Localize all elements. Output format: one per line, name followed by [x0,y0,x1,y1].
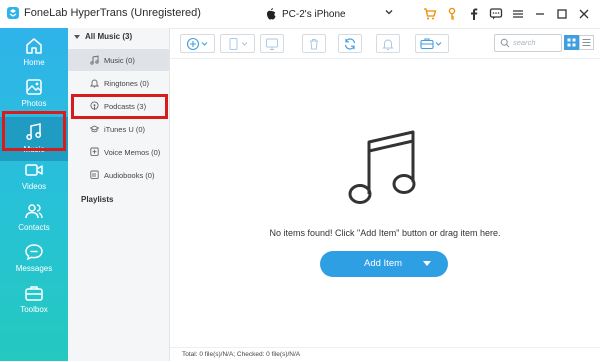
category-item-itunes-u[interactable]: iTunes U (0) [68,118,169,140]
category-label: Audiobooks (0) [104,170,155,180]
facebook-icon[interactable] [464,4,484,24]
sidebar-item-label: Contacts [18,223,50,232]
maximize-icon[interactable] [552,4,572,24]
export-to-device-icon [229,37,247,50]
search-placeholder: search [513,38,536,47]
category-item-ringtones[interactable]: Ringtones (0) [68,72,169,94]
music-note-icon [90,55,99,65]
chat-icon[interactable] [486,4,506,24]
ringtone-button[interactable] [376,34,400,53]
search-icon [500,38,510,48]
all-music-label: All Music (3) [85,32,133,41]
title-bar-icons [420,0,600,28]
grid-view-button[interactable] [564,35,579,50]
cart-icon[interactable] [420,4,440,24]
delete-button[interactable] [302,34,326,53]
ringtone-icon [382,39,394,50]
list-view-icon [582,39,591,46]
export-to-pc-button[interactable] [260,34,284,53]
collapse-triangle-icon [74,34,80,39]
add-item-label: Add Item [364,258,403,269]
refresh-button[interactable] [338,34,362,53]
sidebar-item-toolbox[interactable]: Toolbox [0,282,68,322]
category-item-voice-memos[interactable]: Voice Memos (0) [68,141,169,163]
add-button[interactable] [180,34,215,53]
device-name: PC-2's iPhone [282,8,346,20]
category-panel: All Music (3) Music (0) Ringtones (0) Po… [68,28,170,361]
title-bar: FoneLab HyperTrans (Unregistered) PC-2's… [0,0,600,29]
toolbox-button[interactable] [415,34,449,53]
sidebar-item-label: Home [23,58,45,67]
toolbox-icon [25,286,43,301]
sidebar-item-photos[interactable]: Photos [0,76,68,116]
voice-memo-icon [90,147,99,156]
sidebar-item-home[interactable]: Home [0,35,68,75]
category-label: Ringtones (0) [104,78,150,88]
status-bar: Total: 0 file(s)/N/A; Checked: 0 file(s)… [170,347,600,362]
delete-icon [310,38,318,49]
category-label: Music (0) [104,55,135,65]
device-selector[interactable]: PC-2's iPhone [266,6,394,22]
category-item-music[interactable]: Music (0) [68,49,169,71]
search-field[interactable]: search [494,34,562,52]
all-music-header[interactable]: All Music (3) [74,32,132,41]
sidebar: Home Photos Music Videos Contacts Messag… [0,28,68,361]
add-item-button[interactable]: Add Item [320,251,448,277]
minimize-icon[interactable] [530,4,550,24]
status-text: Total: 0 file(s)/N/A; Checked: 0 file(s)… [182,351,301,358]
sidebar-item-label: Photos [21,99,47,108]
videos-icon [25,164,43,176]
main-content: search No items found! Click "Add Item" … [170,28,600,361]
music-highlight-box [2,111,66,151]
contacts-icon [25,204,43,219]
sidebar-item-messages[interactable]: Messages [0,241,68,281]
empty-state-message: No items found! Click "Add Item" button … [269,228,501,238]
refresh-icon [344,37,356,50]
key-icon[interactable] [442,4,462,24]
sidebar-item-videos[interactable]: Videos [0,159,68,199]
messages-icon [25,244,43,261]
menu-icon[interactable] [508,4,528,24]
add-icon [186,37,207,50]
app-title: FoneLab HyperTrans (Unregistered) [24,7,201,19]
app-logo-icon [7,7,19,19]
audiobook-icon [90,170,99,179]
list-view-button[interactable] [579,35,594,50]
category-item-audiobooks[interactable]: Audiobooks (0) [68,164,169,186]
graduation-cap-icon [90,125,99,133]
photos-icon [26,79,42,95]
category-label: Voice Memos (0) [104,147,161,157]
music-note-icon [348,130,416,204]
dropdown-arrow-icon[interactable] [423,261,431,266]
export-to-device-button[interactable] [220,34,255,53]
playlists-header[interactable]: Playlists [81,195,113,204]
category-label: iTunes U (0) [104,124,145,134]
bell-icon [90,79,99,88]
chevron-down-icon[interactable] [384,7,394,17]
sidebar-item-contacts[interactable]: Contacts [0,200,68,240]
home-icon [26,38,42,54]
apple-icon [267,8,276,20]
sidebar-item-label: Toolbox [20,305,48,314]
export-to-pc-icon [266,38,278,50]
toolbox-icon [420,37,442,49]
sidebar-item-label: Messages [15,264,53,273]
podcasts-highlight-box [71,94,168,119]
toolbar: search [170,28,600,59]
sidebar-item-label: Videos [21,182,47,191]
grid-view-icon [567,38,576,47]
close-icon[interactable] [574,4,594,24]
